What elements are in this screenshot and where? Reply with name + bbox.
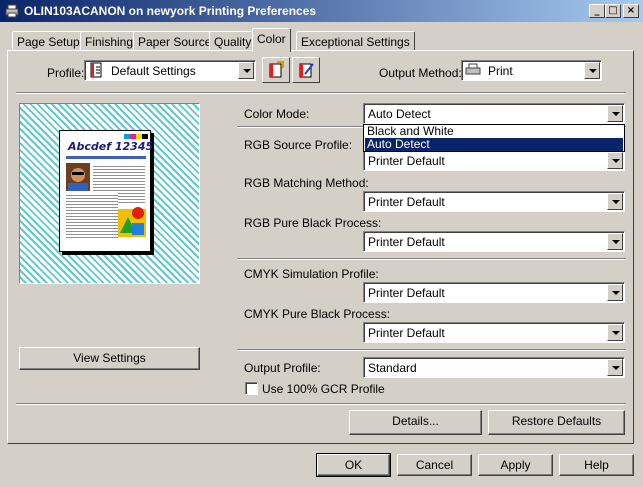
title-bar[interactable]: OLIN103ACANON on newyork Printing Prefer… xyxy=(0,0,643,22)
profile-label: Profile: xyxy=(47,66,85,80)
color-mode-dropdown-list[interactable]: Black and White Auto Detect xyxy=(363,124,625,152)
edit-profile-icon xyxy=(299,63,314,78)
rgb-pure-black-process-select[interactable]: Printer Default xyxy=(363,231,625,252)
chevron-down-icon[interactable] xyxy=(238,62,254,79)
separator xyxy=(237,258,626,260)
cmyk-simulation-profile-label: CMYK Simulation Profile: xyxy=(244,267,379,281)
close-button[interactable]: × xyxy=(623,4,639,18)
add-profile-button[interactable] xyxy=(262,57,290,83)
profile-icon xyxy=(90,62,102,78)
edit-profile-button[interactable] xyxy=(292,57,320,83)
profile-select[interactable]: Default Settings xyxy=(84,60,256,81)
chevron-down-icon[interactable] xyxy=(607,359,623,376)
cancel-button[interactable]: Cancel xyxy=(397,454,472,476)
preview-photo xyxy=(66,163,90,191)
preview-shapes xyxy=(118,207,146,237)
details-button[interactable]: Details... xyxy=(349,410,482,435)
printer-app-icon xyxy=(5,4,19,18)
restore-defaults-button[interactable]: Restore Defaults xyxy=(488,410,625,435)
rgb-source-profile-select[interactable]: Printer Default xyxy=(363,150,625,171)
tab-page-setup[interactable]: Page Setup xyxy=(12,31,85,51)
cmyk-simulation-profile-select[interactable]: Printer Default xyxy=(363,282,625,303)
ok-button[interactable]: OK xyxy=(316,453,391,477)
rgb-source-profile-label: RGB Source Profile: xyxy=(244,138,353,152)
apply-button[interactable]: Apply xyxy=(478,454,553,476)
preview-rule xyxy=(66,156,146,159)
chevron-down-icon[interactable] xyxy=(607,105,623,122)
separator xyxy=(16,92,626,94)
tab-quality[interactable]: Quality xyxy=(209,31,257,51)
preview-text-lines xyxy=(66,193,118,238)
help-button[interactable]: Help xyxy=(559,454,634,476)
rgb-matching-method-label: RGB Matching Method: xyxy=(244,176,369,190)
separator xyxy=(237,349,626,351)
output-method-select[interactable]: Print xyxy=(461,60,602,81)
cmyk-pure-black-process-label: CMYK Pure Black Process: xyxy=(244,307,391,321)
color-mode-option-auto-detect[interactable]: Auto Detect xyxy=(365,138,623,151)
gcr-profile-label: Use 100% GCR Profile xyxy=(262,382,385,396)
chevron-down-icon[interactable] xyxy=(607,324,623,341)
output-method-label: Output Method: xyxy=(379,66,462,80)
output-profile-label: Output Profile: xyxy=(244,361,321,375)
minimize-button[interactable]: _ xyxy=(589,4,605,18)
printer-icon xyxy=(465,63,481,75)
chevron-down-icon[interactable] xyxy=(607,233,623,250)
cmyk-pure-black-process-select[interactable]: Printer Default xyxy=(363,322,625,343)
rgb-matching-method-select[interactable]: Printer Default xyxy=(363,191,625,212)
tab-color[interactable]: Color xyxy=(252,28,291,52)
color-swatches xyxy=(124,134,148,139)
chevron-down-icon[interactable] xyxy=(584,62,600,79)
output-profile-select[interactable]: Standard xyxy=(363,357,625,378)
tab-finishing[interactable]: Finishing xyxy=(80,31,139,51)
tab-exceptional-settings[interactable]: Exceptional Settings xyxy=(296,31,415,51)
chevron-down-icon[interactable] xyxy=(607,193,623,210)
chevron-down-icon[interactable] xyxy=(607,284,623,301)
view-settings-button[interactable]: View Settings xyxy=(19,347,200,370)
color-mode-label: Color Mode: xyxy=(244,107,310,121)
add-profile-icon xyxy=(269,61,284,78)
preview-page: Abcdef 12345 xyxy=(59,130,154,252)
chevron-down-icon[interactable] xyxy=(607,152,623,169)
rgb-pure-black-process-label: RGB Pure Black Process: xyxy=(244,216,382,230)
separator xyxy=(16,403,626,405)
preview-sample-text: Abcdef 12345 xyxy=(68,140,154,153)
window-title: OLIN103ACANON on newyork Printing Prefer… xyxy=(24,4,317,18)
color-mode-select[interactable]: Auto Detect xyxy=(363,103,625,124)
maximize-button[interactable]: □ xyxy=(605,4,621,18)
gcr-profile-checkbox[interactable] xyxy=(245,382,258,395)
tab-paper-source[interactable]: Paper Source xyxy=(133,31,217,51)
